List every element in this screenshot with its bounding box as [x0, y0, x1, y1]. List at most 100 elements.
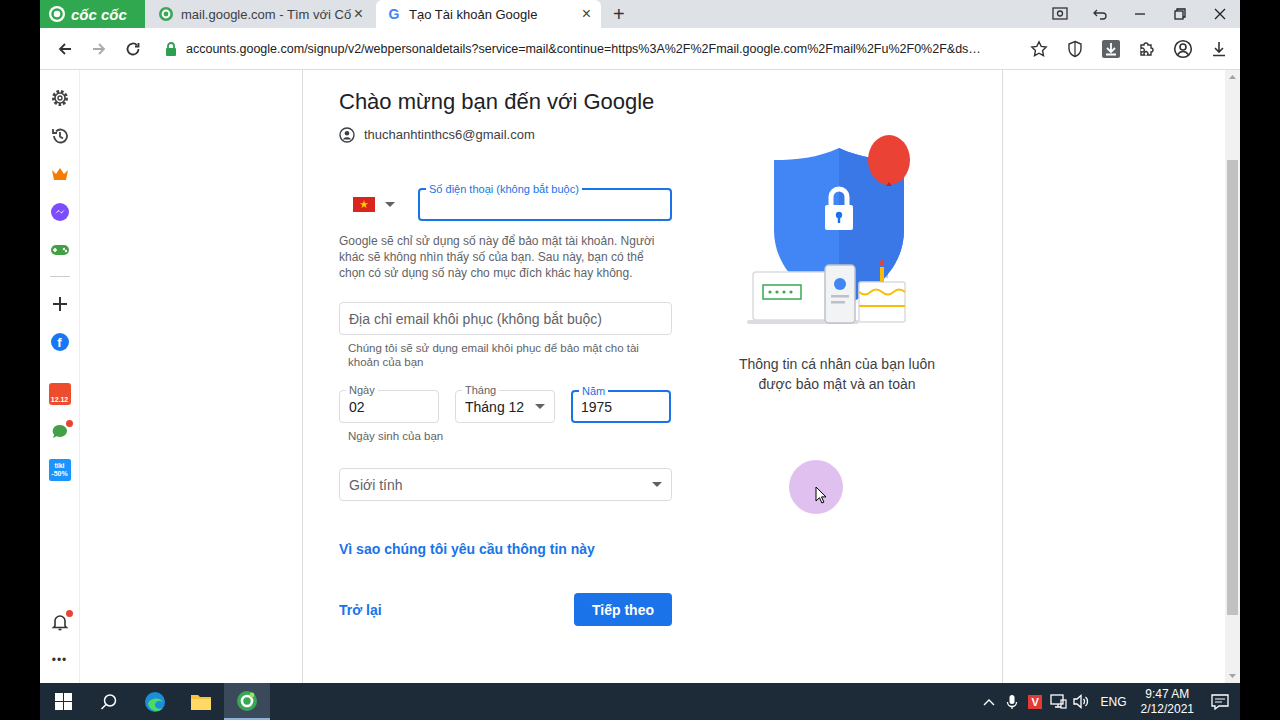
- facebook-icon: f: [51, 333, 69, 351]
- phone-label: Số điện thoại (không bắt buộc): [426, 182, 582, 196]
- sidebar-item[interactable]: [40, 193, 80, 231]
- date-input[interactable]: Ngày 02: [339, 390, 439, 423]
- sidebar-item[interactable]: [40, 285, 80, 323]
- birthday-help-text: Ngày sinh của bạn: [339, 429, 672, 443]
- clock[interactable]: 9:47 AM 2/12/2021: [1135, 687, 1200, 717]
- phone-input[interactable]: Số điện thoại (không bắt buộc): [418, 188, 672, 221]
- input-language[interactable]: ENG: [1093, 695, 1135, 709]
- tab-search-icon: [1052, 7, 1068, 21]
- forward-arrow-icon: [91, 41, 107, 57]
- country-select[interactable]: [339, 197, 418, 212]
- bookmark-button[interactable]: [1022, 34, 1056, 64]
- crown-icon: [50, 164, 70, 184]
- toolbar: accounts.google.com/signup/v2/webpersona…: [40, 28, 1240, 70]
- vietnam-flag-icon: [353, 197, 375, 212]
- tab-bar: cốc cốc mail.google.com - Tìm với Cố ×G …: [40, 0, 1240, 28]
- restore-icon: [1174, 8, 1186, 20]
- taskbar: V ENG 9:47 AM 2/12/2021: [40, 683, 1240, 720]
- forward-button[interactable]: [82, 34, 116, 64]
- web-page: Chào mừng bạn đến với Google thuchanhtin…: [80, 70, 1240, 683]
- taskbar-item[interactable]: [132, 683, 178, 720]
- profile-button[interactable]: [1166, 34, 1200, 64]
- scroll-down-icon: [1225, 669, 1240, 683]
- account-icon: [339, 127, 355, 143]
- sidebar-item[interactable]: •••: [40, 641, 80, 679]
- browser-tab[interactable]: G Tạo Tài khoản Google ×: [376, 0, 601, 28]
- savior-button[interactable]: [1094, 34, 1128, 64]
- microphone-button[interactable]: [1001, 694, 1024, 710]
- screen: cốc cốc mail.google.com - Tìm với Cố ×G …: [0, 0, 1280, 720]
- account-chip: thuchanhtinthcs6@gmail.com: [339, 125, 672, 145]
- tab-close-button[interactable]: ×: [580, 5, 593, 23]
- unikey-button[interactable]: V: [1024, 695, 1047, 709]
- scrollbar-thumb[interactable]: [1227, 160, 1238, 615]
- sidebar-item[interactable]: [40, 117, 80, 155]
- search-icon: [100, 693, 118, 711]
- sidebar-item[interactable]: [40, 413, 80, 451]
- sidebar-item[interactable]: f: [40, 323, 80, 361]
- chat-icon: [50, 422, 70, 442]
- coccoc-logo-icon: [48, 5, 66, 23]
- date-input[interactable]: Năm 1975: [571, 390, 671, 423]
- page-heading: Chào mừng bạn đến với Google: [339, 87, 672, 117]
- browser-tab[interactable]: mail.google.com - Tìm với Cố ×: [148, 0, 373, 28]
- puzzle-icon: [1138, 40, 1156, 58]
- brand-logo[interactable]: cốc cốc: [40, 0, 145, 28]
- notification-badge: [66, 610, 73, 617]
- sidebar-item[interactable]: [40, 79, 80, 117]
- security-illustration-icon: [747, 130, 927, 330]
- taskbar-item[interactable]: [178, 683, 224, 720]
- search-tabs-button[interactable]: [1040, 0, 1080, 28]
- action-center-button[interactable]: [1200, 694, 1240, 710]
- speaker-icon: [1073, 694, 1090, 709]
- plus-icon: [51, 295, 69, 313]
- adblock-button[interactable]: [1058, 34, 1092, 64]
- next-button[interactable]: Tiếp theo: [574, 593, 672, 626]
- dropdown-arrow-icon: [535, 404, 545, 410]
- tab-close-button[interactable]: ×: [352, 5, 365, 23]
- shield-icon: [1066, 40, 1084, 58]
- recovery-email-input[interactable]: Địa chỉ email khôi phục (không bắt buộc): [339, 302, 672, 335]
- dropdown-arrow-icon: [652, 482, 662, 488]
- gender-select[interactable]: Giới tính: [339, 468, 672, 501]
- address-bar[interactable]: accounts.google.com/signup/v2/webpersona…: [156, 34, 1022, 64]
- sidebar-divider: [50, 276, 70, 277]
- sidebar-item[interactable]: [40, 155, 80, 193]
- back-button[interactable]: Trở lại: [339, 602, 382, 618]
- taskbar-item[interactable]: [224, 683, 270, 720]
- network-button[interactable]: [1047, 694, 1070, 709]
- month-select[interactable]: Tháng Tháng 12: [455, 390, 555, 423]
- reload-button[interactable]: [116, 34, 150, 64]
- back-arrow-icon: [57, 41, 73, 57]
- back-history-button[interactable]: [1080, 0, 1120, 28]
- messenger-icon: [50, 202, 70, 222]
- taskbar-item[interactable]: [86, 683, 132, 720]
- notification-icon: [1211, 694, 1229, 710]
- dropdown-arrow-icon: [385, 202, 395, 208]
- sidebar-item[interactable]: [40, 231, 80, 269]
- download-box-icon: [1101, 39, 1121, 59]
- downloads-button[interactable]: [1202, 34, 1236, 64]
- notification-badge: [66, 420, 73, 427]
- unikey-icon: V: [1028, 695, 1041, 709]
- restore-button[interactable]: [1160, 0, 1200, 28]
- close-window-button[interactable]: [1200, 0, 1240, 28]
- why-link[interactable]: Vì sao chúng tôi yêu cầu thông tin này: [339, 539, 672, 559]
- sidebar-item[interactable]: 12.12: [40, 375, 80, 413]
- microphone-icon: [1006, 694, 1018, 710]
- show-hidden-icons-button[interactable]: [978, 698, 1001, 706]
- taskbar-item[interactable]: [40, 683, 86, 720]
- network-icon: [1050, 694, 1067, 709]
- illustration-caption: Thông tin cá nhân của bạn luôn được bảo …: [723, 354, 951, 394]
- back-button[interactable]: [48, 34, 82, 64]
- extensions-button[interactable]: [1130, 34, 1164, 64]
- volume-button[interactable]: [1070, 694, 1093, 709]
- new-tab-button[interactable]: +: [601, 0, 637, 28]
- sidebar-item[interactable]: tiki-50%: [40, 451, 80, 489]
- scrollbar[interactable]: [1225, 70, 1240, 683]
- minimize-button[interactable]: [1120, 0, 1160, 28]
- undo-icon: [1092, 7, 1108, 21]
- minimize-icon: [1134, 8, 1146, 20]
- bell-icon: [50, 612, 70, 632]
- sidebar-item[interactable]: [40, 603, 80, 641]
